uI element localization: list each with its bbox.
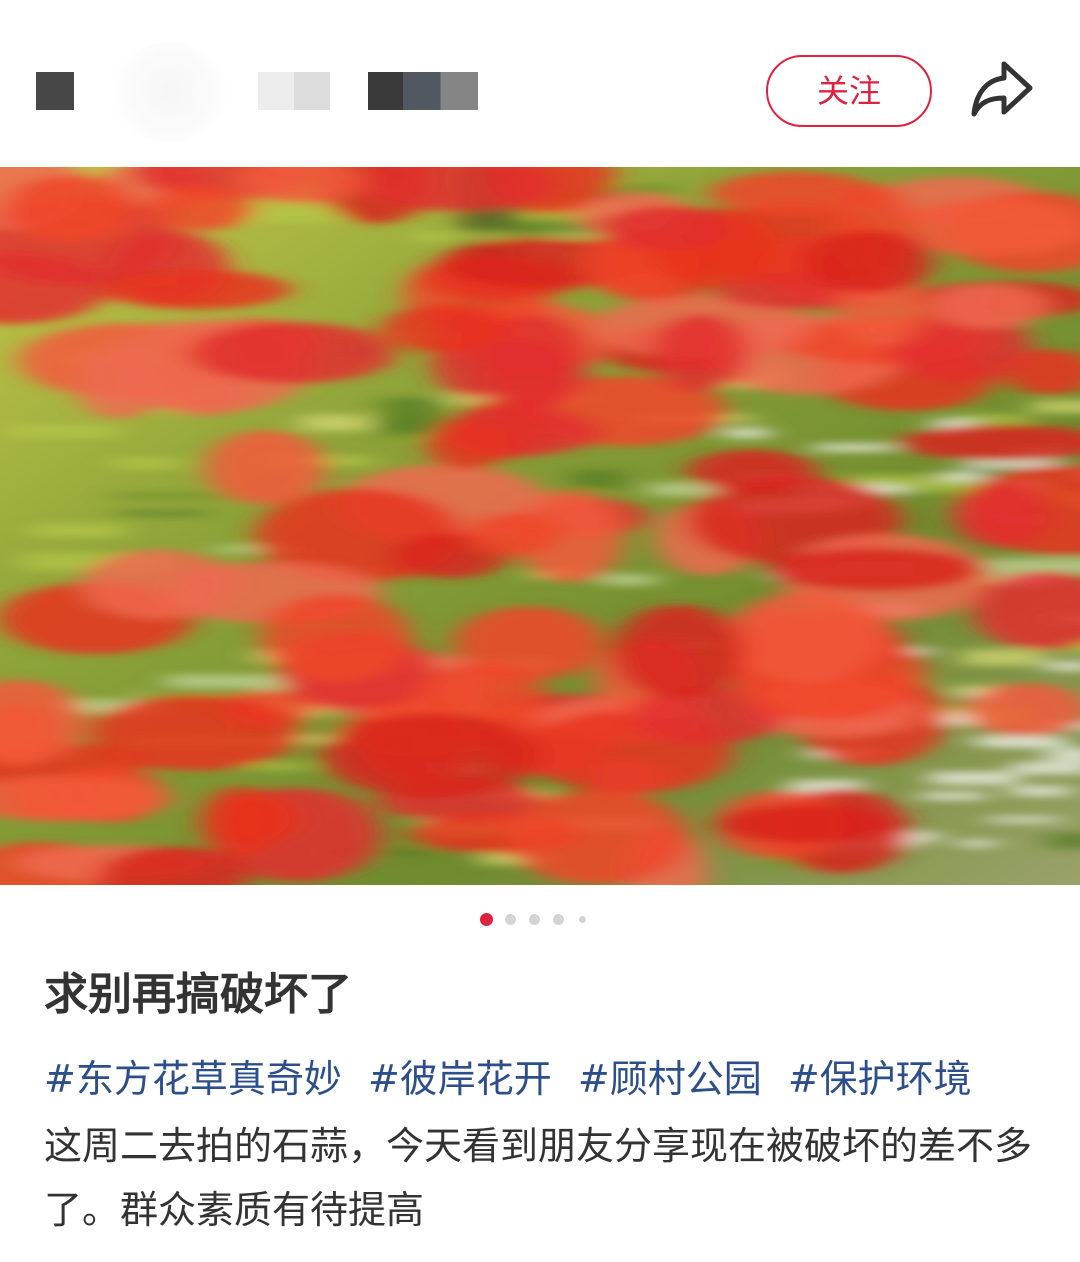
hashtag-list: #东方花草真奇妙 #彼岸花开 #顾村公园 #保护环境 [44,1048,986,1103]
hashtag-link[interactable]: #保护环境 [788,1057,972,1101]
hashtag-link[interactable]: #顾村公园 [578,1057,762,1101]
carousel-indicator[interactable] [0,912,1080,928]
post-body-text: 这周二去拍的石蒜，今天看到朋友分享现在被破坏的差不多了。群众素质有待提高 [44,1124,1033,1232]
carousel-dot[interactable] [579,916,586,923]
share-arrow-icon[interactable] [968,58,1036,122]
carousel-dot-active[interactable] [480,913,493,926]
post-header: 关注 [0,0,1080,165]
carousel-dot[interactable] [505,914,516,925]
username-blurred-block [258,72,330,110]
username-blurred-block [36,72,74,110]
username-blurred-block [368,72,478,110]
follow-button[interactable]: 关注 [766,55,932,127]
hashtag-link[interactable]: #东方花草真奇妙 [44,1057,342,1101]
hashtag-link[interactable]: #彼岸花开 [368,1057,552,1101]
post-photo-red-spider-lilies[interactable] [0,167,1080,885]
post-title: 求别再搞破坏了 [44,969,352,1020]
carousel-dot[interactable] [553,914,564,925]
carousel-dot[interactable] [529,914,540,925]
avatar[interactable] [110,42,230,142]
